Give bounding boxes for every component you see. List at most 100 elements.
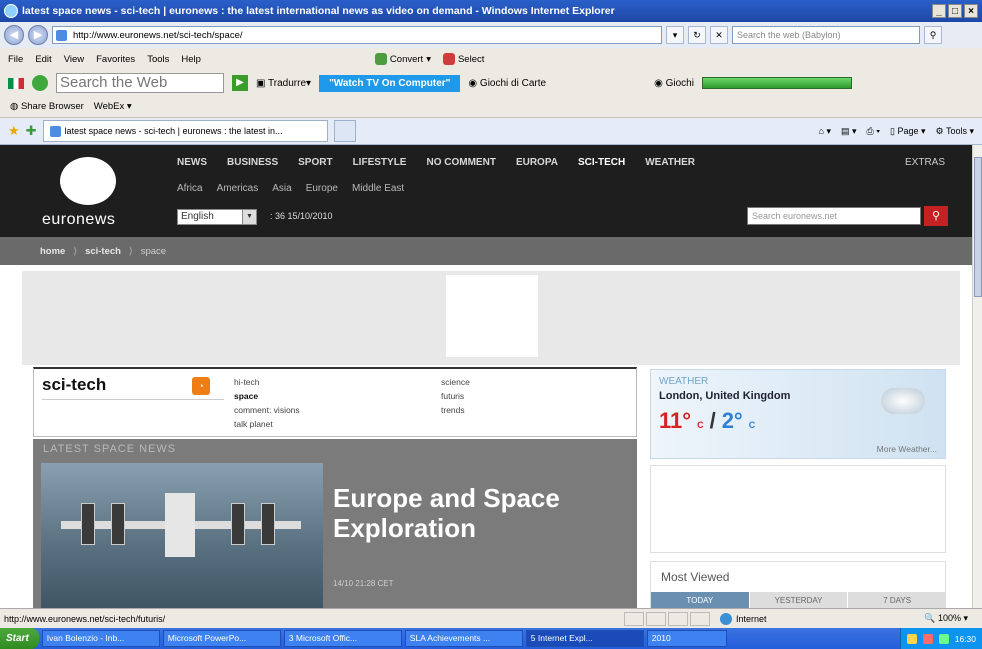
card-games-button[interactable]: ◉ Giochi di Carte <box>468 78 546 89</box>
link-talk-planet[interactable]: talk planet <box>234 417 300 431</box>
toolbar-go-button[interactable]: ▶ <box>232 75 248 91</box>
ad-placeholder[interactable] <box>446 275 538 357</box>
nav-lifestyle[interactable]: LIFESTYLE <box>353 157 407 168</box>
more-weather-link[interactable]: More Weather... <box>877 444 937 454</box>
weather-temps: 11° C / 2° C <box>659 408 756 433</box>
convert-button[interactable]: Convert ▾ <box>374 53 431 65</box>
nav-no-comment[interactable]: NO COMMENT <box>426 157 495 168</box>
new-tab-button[interactable] <box>333 120 356 142</box>
select-button[interactable]: Select <box>442 53 484 65</box>
tab-7-days[interactable]: 7 DAYS <box>848 592 948 608</box>
share-browser-button[interactable]: ◍ Share Browser <box>10 101 84 112</box>
rss-icon[interactable]: ◔ <box>192 377 210 395</box>
task-folder-2010[interactable]: 2010 <box>646 630 727 647</box>
menu-help[interactable]: Help <box>181 54 201 65</box>
minimize-button[interactable]: _ <box>932 4 946 18</box>
site-search-button[interactable]: ⚲ <box>924 206 948 226</box>
task-powerpoint[interactable]: Microsoft PowerPo... <box>162 630 281 647</box>
link-space[interactable]: space <box>234 389 300 403</box>
tray-icon[interactable] <box>922 633 933 644</box>
toolbar-search-input[interactable]: Search the Web <box>56 73 224 93</box>
games-button[interactable]: ◉ Giochi <box>654 78 694 89</box>
menu-view[interactable]: View <box>64 54 84 65</box>
toolbar-logo-icon[interactable] <box>32 75 48 91</box>
start-button[interactable]: Start <box>0 628 39 649</box>
address-bar[interactable]: http://www.euronews.net/sci-tech/space/ <box>52 26 662 44</box>
menu-edit[interactable]: Edit <box>35 54 51 65</box>
print-icon[interactable]: ⎙ ▾ <box>867 126 880 137</box>
task-office[interactable]: 3 Microsoft Offic... <box>283 630 402 647</box>
window-title-bar[interactable]: latest space news - sci-tech | euronews … <box>0 0 982 22</box>
news-headline[interactable]: Europe and Space Exploration <box>333 483 623 543</box>
volume-slider[interactable] <box>701 77 852 89</box>
tray-icon[interactable] <box>906 633 917 644</box>
language-select[interactable]: English ▼ <box>177 209 257 225</box>
home-icon[interactable]: ⌂ ▾ <box>819 126 831 137</box>
date-time: : 36 15/10/2010 <box>270 211 333 221</box>
page-menu[interactable]: ▯ Page ▾ <box>890 126 926 137</box>
task-sla[interactable]: SLA Achievements ... <box>404 630 523 647</box>
webex-button[interactable]: WebEx ▾ <box>94 101 132 112</box>
clock[interactable]: 16:30 <box>955 634 976 644</box>
site-logo-text[interactable]: euronews <box>42 211 115 229</box>
task-internet-explorer[interactable]: 5 Internet Expl... <box>525 630 644 647</box>
link-futuris[interactable]: futuris <box>441 389 470 403</box>
zoom-level[interactable]: 🔍 100% ▾ <box>924 613 968 624</box>
menu-tools[interactable]: Tools <box>147 54 169 65</box>
tab-today[interactable]: TODAY <box>651 592 750 608</box>
nav-business[interactable]: BUSINESS <box>227 157 278 168</box>
subnav-asia[interactable]: Asia <box>272 183 291 194</box>
breadcrumb-sci-tech[interactable]: sci-tech <box>85 246 121 257</box>
link-trends[interactable]: trends <box>441 403 470 417</box>
stop-icon[interactable]: ✕ <box>710 26 728 44</box>
watch-tv-button[interactable]: "Watch TV On Computer" <box>319 74 461 92</box>
security-zone[interactable]: Internet <box>720 612 860 625</box>
status-url: http://www.euronews.net/sci-tech/futuris… <box>4 613 166 624</box>
subnav-africa[interactable]: Africa <box>177 183 203 194</box>
feeds-icon[interactable]: ▤ ▾ <box>841 126 857 137</box>
web-search-input[interactable]: Search the web (Babylon) <box>732 26 920 44</box>
menu-file[interactable]: File <box>8 54 23 65</box>
italy-flag-icon[interactable] <box>8 77 24 89</box>
tray-icon[interactable] <box>938 633 949 644</box>
favorites-star-icon[interactable]: ★ <box>8 123 20 139</box>
browser-tab[interactable]: latest space news - sci-tech | euronews … <box>42 120 328 142</box>
breadcrumb-home[interactable]: home <box>40 246 65 257</box>
ad-banner <box>22 271 960 365</box>
nav-sport[interactable]: SPORT <box>298 157 332 168</box>
news-timestamp: 14/10 21:28 CET <box>333 579 394 588</box>
subnav-americas[interactable]: Americas <box>217 183 259 194</box>
close-button[interactable]: × <box>964 4 978 18</box>
weather-city[interactable]: London, United Kingdom <box>659 390 790 402</box>
maximize-button[interactable]: □ <box>948 4 962 18</box>
command-bar: ⌂ ▾ ▤ ▾ ⎙ ▾ ▯ Page ▾ ⚙ Tools ▾ <box>819 126 974 137</box>
euronews-logo-icon[interactable] <box>60 157 116 205</box>
nav-news[interactable]: NEWS <box>177 157 207 168</box>
link-comment-visions[interactable]: comment: visions <box>234 403 300 417</box>
vertical-scrollbar[interactable] <box>972 145 982 608</box>
subnav-middle-east[interactable]: Middle East <box>352 183 404 194</box>
tab-yesterday[interactable]: YESTERDAY <box>749 592 849 608</box>
refresh-icon[interactable]: ↻ <box>688 26 706 44</box>
search-icon[interactable]: ⚲ <box>924 26 942 44</box>
address-dropdown-icon[interactable]: ▾ <box>666 26 684 44</box>
temp-low: 2° <box>721 408 743 433</box>
link-hi-tech[interactable]: hi-tech <box>234 375 300 389</box>
nav-sci-tech[interactable]: SCI-TECH <box>578 157 625 168</box>
add-favorites-icon[interactable]: ✚ <box>26 123 37 139</box>
back-button[interactable]: ◀ <box>4 25 24 45</box>
system-tray: 16:30 <box>899 628 982 649</box>
nav-weather[interactable]: WEATHER <box>645 157 695 168</box>
link-science[interactable]: science <box>441 375 470 389</box>
task-outlook[interactable]: Ivan Bolenzio - Inb... <box>41 630 160 647</box>
subnav-europe[interactable]: Europe <box>306 183 338 194</box>
nav-europa[interactable]: EUROPA <box>516 157 558 168</box>
nav-extras[interactable]: EXTRAS <box>905 157 945 168</box>
forward-button[interactable]: ▶ <box>28 25 48 45</box>
tools-menu[interactable]: ⚙ Tools ▾ <box>936 126 974 137</box>
translate-button[interactable]: ▣ Tradurre▾ <box>256 78 311 89</box>
site-search-input[interactable]: Search euronews.net <box>747 207 921 225</box>
scrollbar-thumb[interactable] <box>974 157 982 297</box>
menu-favorites[interactable]: Favorites <box>96 54 135 65</box>
space-station-image[interactable] <box>41 463 323 608</box>
